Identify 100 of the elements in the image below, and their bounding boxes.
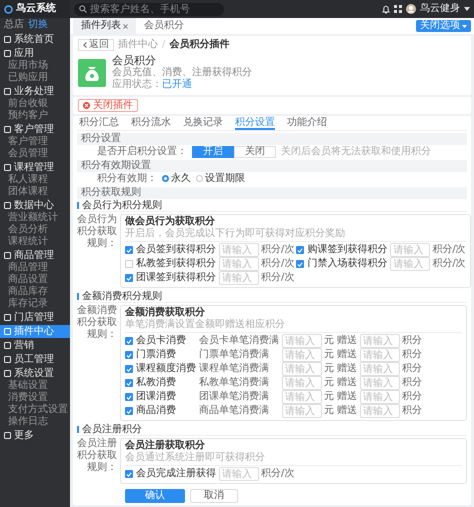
switch-link[interactable]: 切换 xyxy=(28,19,48,31)
breadcrumb-item[interactable]: 插件中心 xyxy=(118,39,158,51)
number-field[interactable]: 请输入 xyxy=(390,243,430,257)
nav-subitem[interactable]: 前台收银 xyxy=(0,98,70,110)
unit-label: 元 xyxy=(324,377,334,389)
page-tab[interactable]: 插件列表 xyxy=(73,18,136,34)
checkbox[interactable] xyxy=(125,337,133,345)
confirm-button[interactable]: 确认 xyxy=(125,489,185,503)
nav-subitem[interactable]: 客户管理 xyxy=(0,136,70,148)
nav-item[interactable]: 门店管理 xyxy=(0,311,70,324)
number-field[interactable]: 请输入 xyxy=(219,257,259,271)
number-field[interactable]: 请输入 xyxy=(282,390,322,404)
square-icon xyxy=(4,50,11,57)
unit-label: 积分/次 xyxy=(432,258,466,270)
number-field[interactable]: 请输入 xyxy=(360,390,400,404)
nav-subitem[interactable]: 会员分析 xyxy=(0,224,70,236)
checkbox[interactable] xyxy=(125,351,133,359)
nav-item[interactable]: 插件中心 xyxy=(0,325,70,338)
segment-button[interactable]: 关闭 xyxy=(234,146,276,158)
search-field[interactable]: 搜索客户姓名、手机号 xyxy=(74,2,224,16)
page-tab[interactable]: 会员积分 xyxy=(136,18,192,34)
number-field[interactable]: 请输入 xyxy=(360,348,400,362)
close-plugin-button[interactable]: 关闭插件 xyxy=(78,99,138,112)
condition-text: 团课单笔消费满 xyxy=(199,391,270,403)
nav-subitem[interactable]: 库存记录 xyxy=(0,298,70,310)
close-icon[interactable] xyxy=(123,24,128,28)
number-field[interactable]: 请输入 xyxy=(282,334,322,348)
number-field[interactable]: 请输入 xyxy=(219,271,259,285)
unit-label: 积分 xyxy=(402,405,422,417)
checkbox[interactable] xyxy=(296,260,304,268)
nav-subitem[interactable]: 会员管理 xyxy=(0,148,70,160)
nav-item[interactable]: 客户管理 xyxy=(0,123,70,136)
nav-subitem[interactable]: 应用市场 xyxy=(0,60,70,72)
nav-subitem[interactable]: 私人课程 xyxy=(0,174,70,186)
number-field[interactable]: 请输入 xyxy=(360,376,400,390)
nav-subitem[interactable]: 团体课程 xyxy=(0,186,70,198)
nav-item[interactable]: 系统首页 xyxy=(0,33,70,46)
nav-item[interactable]: 系统设置 xyxy=(0,367,70,380)
nav-subitem[interactable]: 已购应用 xyxy=(0,72,70,84)
checkbox[interactable] xyxy=(125,260,133,268)
nav-item[interactable]: 应用 xyxy=(0,47,70,60)
nav-subitem[interactable]: 预约客户 xyxy=(0,110,70,122)
tab[interactable]: 兑换记录 xyxy=(183,116,223,130)
checkbox[interactable] xyxy=(125,393,133,401)
options-button[interactable]: 关闭选项 xyxy=(416,20,471,32)
number-field[interactable]: 请输入 xyxy=(282,348,322,362)
checkbox-label: 私教签到获得积分 xyxy=(136,258,216,270)
nav-subitem[interactable]: 支付方式设置 xyxy=(0,404,70,416)
hint-text: 关闭后会员将无法获取和使用积分 xyxy=(281,146,431,158)
nav-subitem[interactable]: 操作日志 xyxy=(0,416,70,428)
checkbox[interactable] xyxy=(296,246,304,254)
nav-item[interactable]: 营销 xyxy=(0,339,70,352)
nav-item[interactable]: 业务处理 xyxy=(0,85,70,98)
reward-label: 赠送 xyxy=(337,405,357,417)
square-icon xyxy=(4,36,11,43)
number-field[interactable]: 请输入 xyxy=(219,467,259,481)
nav-subitem[interactable]: 营业额统计 xyxy=(0,212,70,224)
number-field[interactable]: 请输入 xyxy=(360,404,400,418)
number-field[interactable]: 请输入 xyxy=(282,404,322,418)
unit-label: 元 xyxy=(324,335,334,347)
nav-subitem[interactable]: 基础设置 xyxy=(0,380,70,392)
unit-label: 积分 xyxy=(402,363,422,375)
number-field[interactable]: 请输入 xyxy=(219,243,259,257)
nav-item[interactable]: 员工管理 xyxy=(0,353,70,366)
tab[interactable]: 积分设置 xyxy=(235,116,275,130)
checkbox[interactable] xyxy=(125,407,133,415)
checkbox[interactable] xyxy=(125,470,133,478)
checkbox[interactable] xyxy=(125,274,133,282)
number-field[interactable]: 请输入 xyxy=(282,362,322,376)
field-label: 会员注册积分获取规则： xyxy=(77,438,117,475)
nav-item[interactable]: 更多 xyxy=(0,429,70,442)
nav-subitem[interactable]: 消费设置 xyxy=(0,392,70,404)
nav-subitem[interactable]: 商品设置 xyxy=(0,274,70,286)
checkbox[interactable] xyxy=(125,379,133,387)
radio-option[interactable]: 设置期限 xyxy=(196,172,245,184)
checkbox[interactable] xyxy=(125,246,133,254)
segment-button[interactable]: 开启 xyxy=(192,146,234,158)
status-value: 已开通 xyxy=(162,79,192,91)
caret-icon xyxy=(464,7,470,11)
nav-item[interactable]: 商品管理 xyxy=(0,249,70,262)
tab[interactable]: 积分汇总 xyxy=(79,116,119,130)
nav-subitem[interactable]: 商品库存 xyxy=(0,286,70,298)
number-field[interactable]: 请输入 xyxy=(390,257,430,271)
user-name[interactable]: 鸟云健身 xyxy=(420,3,460,15)
nav-item[interactable]: 数据中心 xyxy=(0,199,70,212)
nav-subitem[interactable]: 课程统计 xyxy=(0,236,70,248)
store-name: 总店 xyxy=(4,19,24,31)
panel-description: 会员通过系统注册即可获得积分 xyxy=(125,452,462,466)
checkbox[interactable] xyxy=(125,365,133,373)
radio-option[interactable]: 永久 xyxy=(162,172,191,184)
cancel-button[interactable]: 取消 xyxy=(190,489,238,503)
number-field[interactable]: 请输入 xyxy=(282,376,322,390)
field-label: 积分有效期： xyxy=(97,172,157,184)
tab[interactable]: 积分流水 xyxy=(131,116,171,130)
tab[interactable]: 功能介绍 xyxy=(287,116,327,130)
back-button[interactable]: 返回 xyxy=(78,39,114,51)
number-field[interactable]: 请输入 xyxy=(360,362,400,376)
number-field[interactable]: 请输入 xyxy=(360,334,400,348)
nav-item[interactable]: 课程管理 xyxy=(0,161,70,174)
nav-subitem[interactable]: 商品管理 xyxy=(0,262,70,274)
